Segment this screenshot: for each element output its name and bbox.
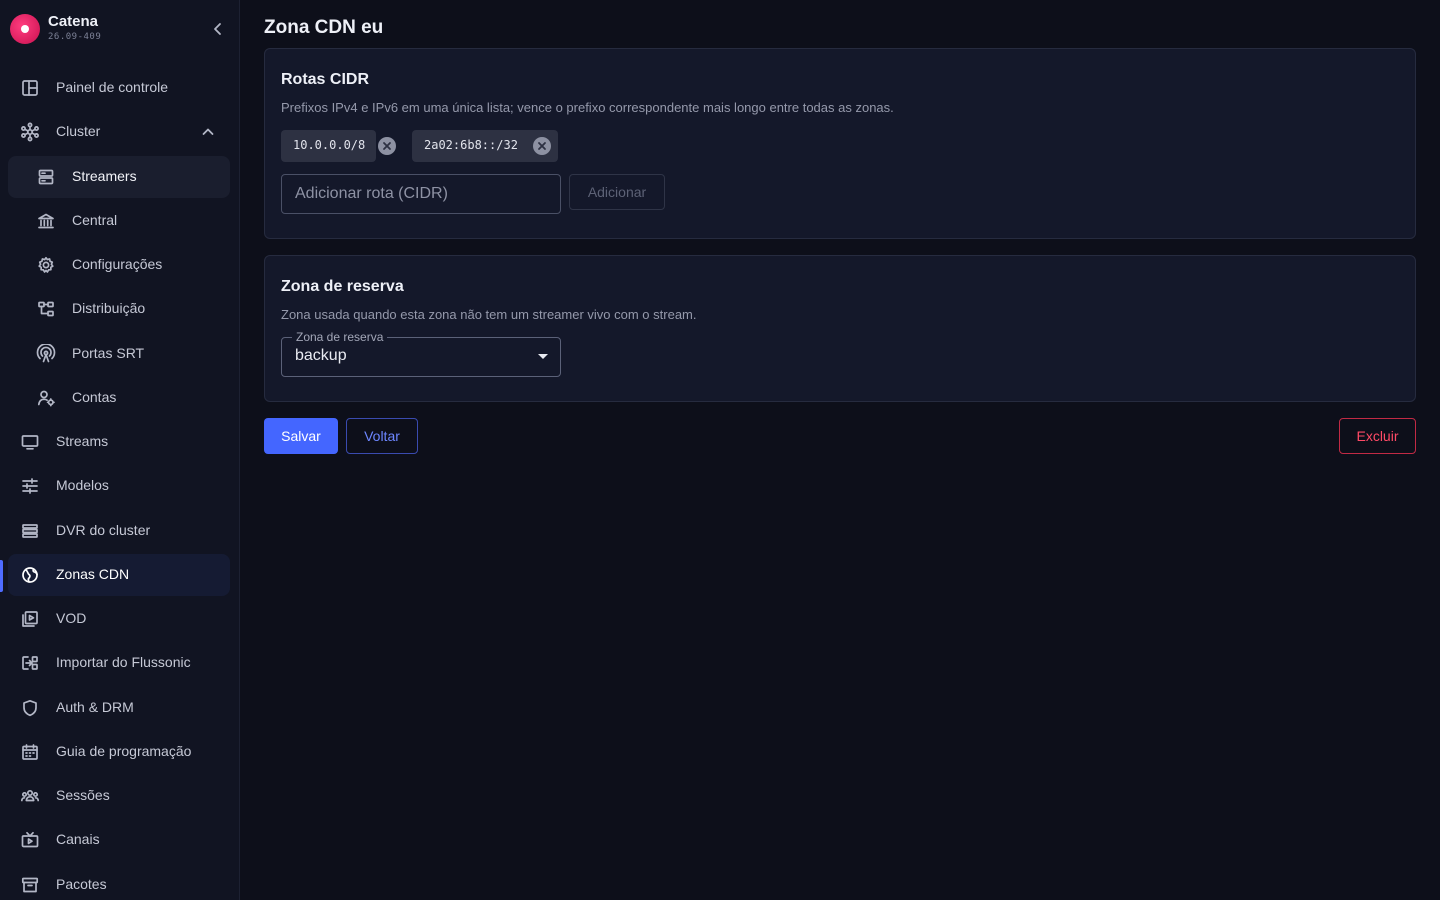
card-description: Zona usada quando esta zona não tem um s… (281, 307, 697, 322)
sidebar-item-central[interactable]: Central (8, 200, 230, 242)
sidebar-item-label: Guia de programação (56, 743, 192, 759)
accounts-icon (36, 388, 56, 408)
delete-button[interactable]: Excluir (1339, 418, 1416, 454)
close-icon (383, 142, 391, 150)
close-icon (538, 142, 546, 150)
sidebar-item-canais[interactable]: Canais (8, 819, 230, 861)
brand: Catena 26.09-409 (10, 12, 230, 46)
page-title: Zona CDN eu (264, 17, 384, 38)
sidebar-item-label: Distribuição (72, 300, 146, 316)
storage-icon (20, 521, 40, 541)
route-chip: 10.0.0.0/8 (281, 130, 396, 162)
active-indicator (0, 560, 3, 592)
chevron-up-icon (202, 128, 214, 135)
sidebar-item-portas-srt[interactable]: Portas SRT (8, 333, 230, 375)
dashboard-icon (20, 78, 40, 98)
gear-icon (36, 255, 56, 275)
caret-down-icon (538, 354, 548, 359)
sidebar-item-streamers[interactable]: Streamers (8, 156, 230, 198)
archive-icon (20, 875, 40, 895)
sidebar: Catena 26.09-409 Painel de controle Clus… (0, 0, 240, 900)
back-button[interactable]: Voltar (346, 418, 418, 454)
sidebar-item-contas[interactable]: Contas (8, 377, 230, 419)
sidebar-item-label: Canais (56, 831, 100, 847)
chevron-left-icon (214, 23, 221, 35)
sidebar-item-dvr[interactable]: DVR do cluster (8, 510, 230, 552)
sidebar-item-modelos[interactable]: Modelos (8, 465, 230, 507)
sidebar-item-vod[interactable]: VOD (8, 598, 230, 640)
add-route-button[interactable]: Adicionar (569, 174, 665, 210)
sidebar-item-configuracoes[interactable]: Configurações (8, 244, 230, 286)
app-logo (10, 14, 40, 44)
sidebar-item-label: Zonas CDN (56, 566, 130, 582)
card-title: Rotas CIDR (281, 71, 370, 88)
distribution-icon (36, 299, 56, 319)
sliders-icon (20, 476, 40, 496)
sidebar-item-label: Importar do Flussonic (56, 654, 191, 670)
cidr-routes-card: Rotas CIDR Prefixos IPv4 e IPv6 em uma ú… (264, 48, 1416, 239)
sidebar-item-pacotes[interactable]: Pacotes (8, 864, 230, 900)
fallback-zone-card: Zona de reserva Zona usada quando esta z… (264, 255, 1416, 402)
globe-icon (20, 565, 40, 585)
sidebar-item-auth-drm[interactable]: Auth & DRM (8, 687, 230, 729)
cluster-icon (20, 122, 40, 142)
sidebar-item-label: VOD (56, 610, 87, 626)
sidebar-item-label: Streams (56, 433, 109, 449)
sidebar-item-zonas-cdn[interactable]: Zonas CDN (8, 554, 230, 596)
shield-icon (20, 698, 40, 718)
tv-icon (20, 830, 40, 850)
sidebar-item-label: Pacotes (56, 876, 107, 892)
sidebar-item-label: Portas SRT (72, 345, 145, 361)
calendar-icon (20, 742, 40, 762)
remove-route-button[interactable] (533, 137, 551, 155)
select-value: backup (295, 347, 347, 364)
add-route-input[interactable] (281, 174, 561, 214)
route-chip: 2a02:6b8::/32 (412, 130, 558, 162)
sidebar-item-label: Central (72, 212, 118, 228)
sidebar-item-streams[interactable]: Streams (8, 421, 230, 463)
sidebar-item-importar[interactable]: Importar do Flussonic (8, 642, 230, 684)
video-library-icon (20, 609, 40, 629)
main-content: Zona CDN eu Rotas CIDR Prefixos IPv4 e I… (240, 0, 1440, 900)
monitor-icon (20, 432, 40, 452)
select-label: Zona de reserva (292, 330, 388, 344)
sidebar-item-label: Auth & DRM (56, 699, 134, 715)
sidebar-item-cluster[interactable]: Cluster (8, 111, 230, 153)
card-description: Prefixos IPv4 e IPv6 em uma única lista;… (281, 100, 894, 115)
sidebar-item-distribuicao[interactable]: Distribuição (8, 288, 230, 330)
sidebar-item-label: Streamers (72, 168, 137, 184)
sidebar-item-label: Painel de controle (56, 79, 169, 95)
import-icon (20, 653, 40, 673)
users-icon (20, 786, 40, 806)
sidebar-item-label: Contas (72, 389, 117, 405)
sidebar-item-painel[interactable]: Painel de controle (8, 67, 230, 109)
remove-route-button[interactable] (378, 137, 396, 155)
sidebar-item-label: Configurações (72, 256, 163, 272)
sidebar-item-label: Sessões (56, 787, 110, 803)
app-version: 26.09-409 (48, 32, 102, 42)
sidebar-item-label: DVR do cluster (56, 522, 151, 538)
sidebar-item-guia[interactable]: Guia de programação (8, 731, 230, 773)
route-chip-label: 2a02:6b8::/32 (424, 138, 518, 152)
app-name: Catena (48, 13, 99, 30)
antenna-icon (36, 344, 56, 364)
fallback-zone-select[interactable]: Zona de reserva backup (281, 330, 561, 377)
sidebar-item-sessoes[interactable]: Sessões (8, 775, 230, 817)
sidebar-item-label: Cluster (56, 123, 101, 139)
save-button[interactable]: Salvar (264, 418, 338, 454)
collapse-sidebar-button[interactable] (206, 17, 230, 41)
route-chip-label: 10.0.0.0/8 (293, 138, 366, 152)
sidebar-item-label: Modelos (56, 477, 109, 493)
card-title: Zona de reserva (281, 278, 404, 295)
bank-icon (36, 211, 56, 231)
server-icon (36, 167, 56, 187)
